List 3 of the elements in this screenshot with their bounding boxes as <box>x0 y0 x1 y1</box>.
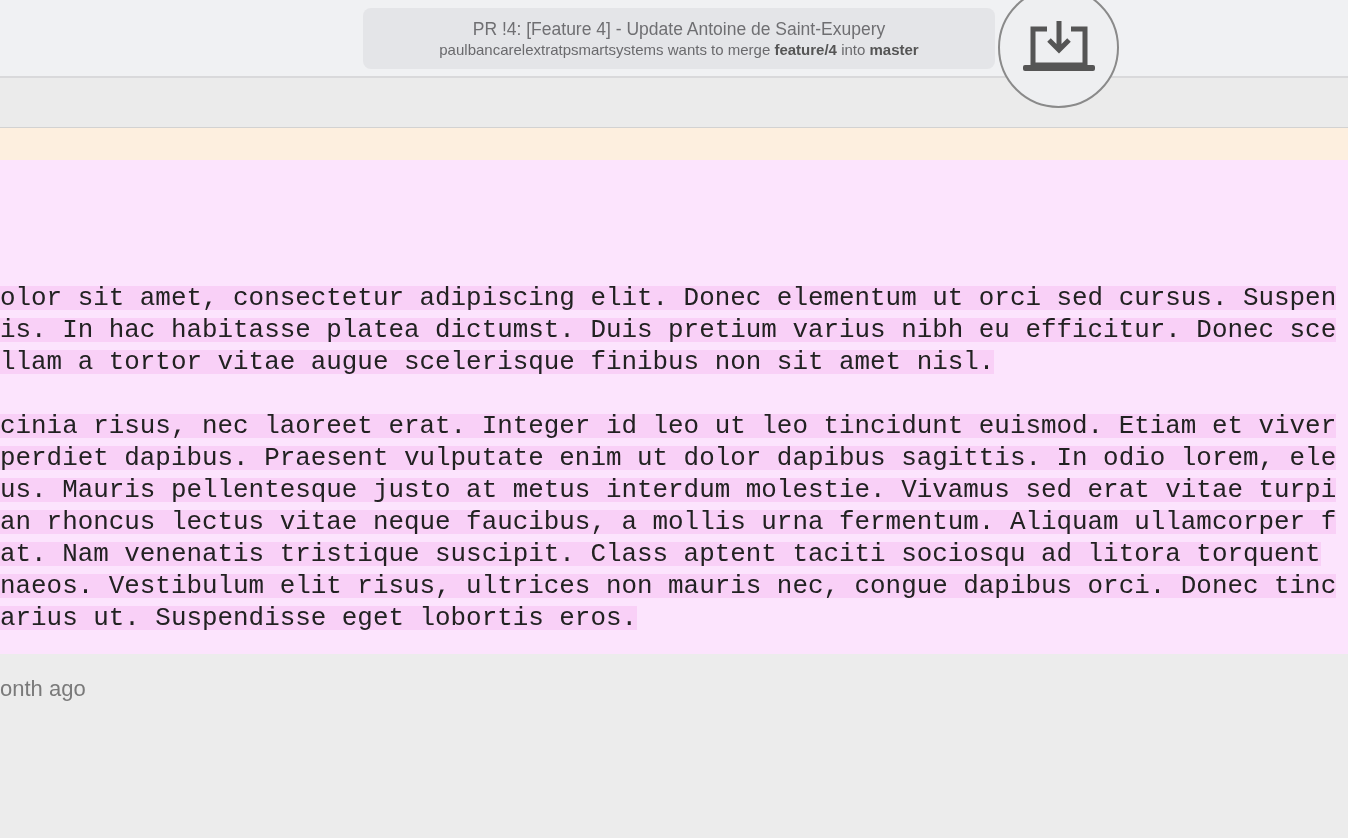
pr-title: PR !4: [Feature 4] - Update Antoine de Saint-Exupery <box>472 17 886 40</box>
timestamp: onth ago <box>0 675 87 703</box>
merge-description: paulbancarelextratpsmartsystems wants to merge feature/4 into master <box>439 39 919 60</box>
